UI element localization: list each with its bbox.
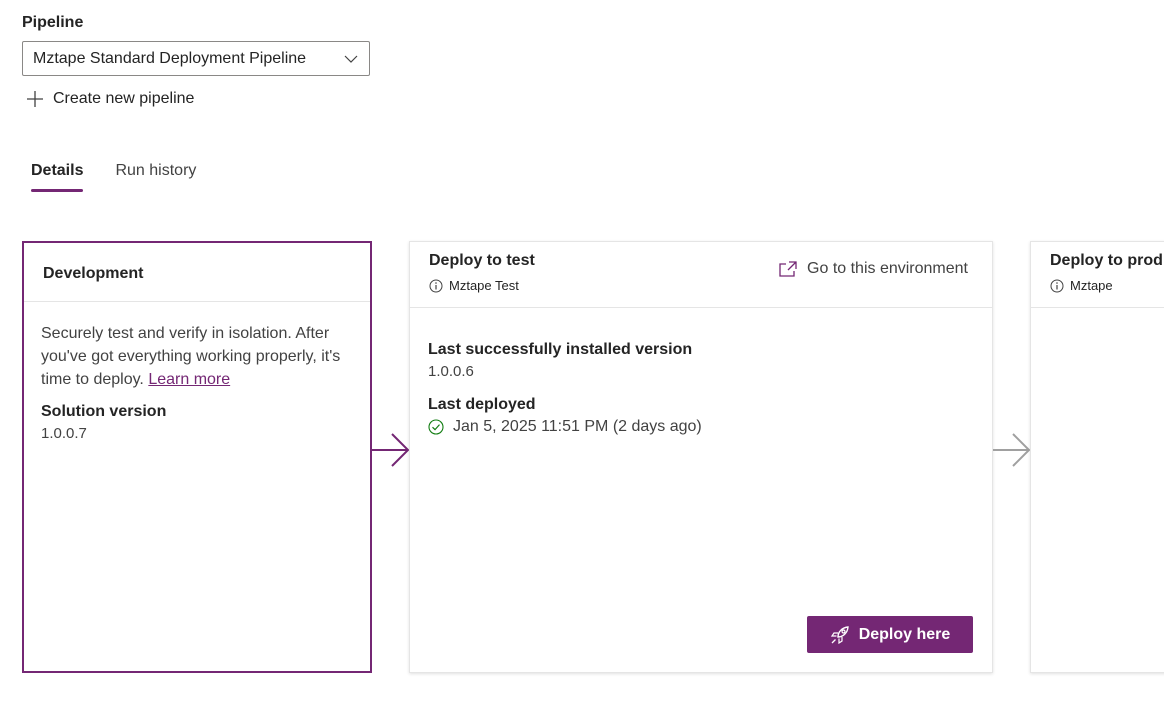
prod-stage-environment: Mztape (1050, 278, 1164, 293)
arrow-right-icon (993, 433, 1031, 467)
tab-details[interactable]: Details (31, 162, 84, 192)
deploy-here-label: Deploy here (858, 625, 951, 643)
development-stage-card[interactable]: Development Securely test and verify in … (22, 241, 372, 673)
chevron-down-icon (344, 55, 358, 63)
development-card-header: Development (24, 243, 370, 302)
last-deployed-row: Jan 5, 2025 11:51 PM (2 days ago) (428, 418, 992, 436)
pipeline-dropdown[interactable]: Mztape Standard Deployment Pipeline (22, 41, 370, 76)
learn-more-link[interactable]: Learn more (148, 371, 230, 388)
solution-version-label: Solution version (41, 403, 167, 420)
test-stage-header: Deploy to test Mztape Test Go to this en… (410, 242, 992, 308)
last-deployed-label: Last deployed (428, 396, 536, 413)
test-environment-name: Mztape Test (449, 278, 519, 293)
go-to-environment-link[interactable]: Go to this environment (778, 260, 968, 278)
solution-version-value: 1.0.0.7 (41, 425, 87, 442)
prod-stage-header: Deploy to prod Mztape (1031, 242, 1164, 308)
info-icon (1050, 279, 1064, 292)
create-new-pipeline-label: Create new pipeline (53, 90, 195, 107)
tab-list: Details Run history (31, 162, 228, 192)
development-title: Development (43, 265, 144, 282)
last-deployed-value: Jan 5, 2025 11:51 PM (2 days ago) (453, 418, 702, 435)
prod-stage-title: Deploy to prod (1050, 252, 1163, 269)
installed-version-value: 1.0.0.6 (428, 363, 474, 380)
development-description: Securely test and verify in isolation. A… (41, 322, 352, 391)
checkmark-circle-icon (428, 419, 444, 435)
create-new-pipeline-button[interactable]: Create new pipeline (26, 90, 194, 108)
test-stage-environment: Mztape Test (429, 278, 992, 293)
go-to-environment-label: Go to this environment (807, 260, 968, 277)
deploy-here-button[interactable]: Deploy here (807, 616, 973, 653)
tab-run-history[interactable]: Run history (115, 162, 196, 192)
pipeline-selected-value: Mztape Standard Deployment Pipeline (33, 49, 307, 67)
test-stage-card: Deploy to test Mztape Test Go to this en… (409, 241, 993, 673)
arrow-right-icon (372, 433, 410, 467)
prod-stage-card: Deploy to prod Mztape (1030, 241, 1164, 673)
info-icon (429, 279, 443, 292)
open-external-icon (779, 261, 797, 277)
pipeline-label: Pipeline (22, 14, 84, 31)
rocket-icon (830, 625, 849, 644)
installed-version-label: Last successfully installed version (428, 341, 693, 358)
prod-environment-name: Mztape (1070, 278, 1113, 293)
plus-icon (27, 91, 43, 107)
